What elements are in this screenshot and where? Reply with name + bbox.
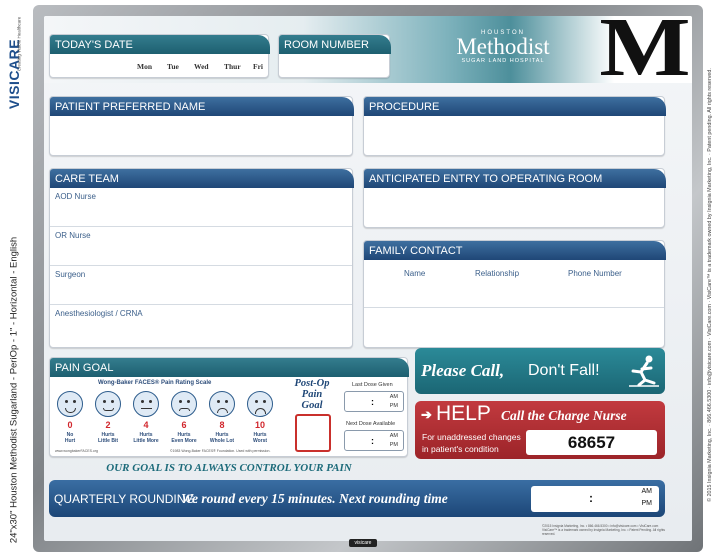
care-team-row-aod[interactable]: AOD Nurse: [50, 188, 352, 227]
help-word: HELP: [436, 402, 491, 425]
hospital-name: Methodist: [456, 34, 550, 59]
brand-tagline: Creating Visible Healthcare: [16, 16, 22, 72]
fc-col-name: Name: [404, 269, 426, 278]
care-team-row-anesthesiologist[interactable]: Anesthesiologist / CRNA: [50, 305, 352, 344]
last-dose-label: Last Dose Given: [352, 382, 393, 388]
day-tue[interactable]: Tue: [167, 62, 179, 71]
legal-text: © 2015 Insignia Marketing, Inc. · 866.46…: [707, 68, 713, 502]
next-rounding-time-field[interactable]: : AM PM: [531, 486, 659, 512]
patient-name-box[interactable]: PATIENT PREFERRED NAME: [49, 96, 354, 156]
help-sub1: For unaddressed changes: [422, 432, 521, 442]
anticipated-entry-box[interactable]: ANTICIPATED ENTRY TO OPERATING ROOM: [363, 168, 666, 228]
room-number-box[interactable]: ROOM NUMBER: [278, 34, 391, 78]
pain-goal-banner: OUR GOAL IS TO ALWAYS CONTROL YOUR PAIN: [106, 462, 352, 474]
quarterly-text: We round every 15 minutes. Next rounding…: [181, 491, 448, 506]
postop-pain-goal-label: Post-Op Pain Goal: [294, 378, 330, 411]
pain-goal-box: PAIN GOAL Wong-Baker FACES® Pain Rating …: [49, 357, 409, 457]
pain-num-4: 4: [143, 420, 149, 430]
day-fri[interactable]: Fri: [253, 62, 263, 71]
help-sub2: in patient's condition: [422, 444, 499, 454]
pain-num-2: 2: [105, 420, 111, 430]
care-label: Surgeon: [55, 270, 86, 279]
face-2-icon: [95, 391, 121, 417]
care-team-row-or[interactable]: OR Nurse: [50, 227, 352, 266]
visicare-badge: visicare: [349, 539, 377, 547]
pain-label-6: Hurts Even More: [171, 432, 197, 444]
care-team-box: CARE TEAM AOD Nurse OR Nurse Surgeon Ane…: [49, 168, 354, 348]
whiteboard-page: VISICARE Creating Visible Healthcare 24"…: [0, 0, 719, 555]
face-6-icon: [171, 391, 197, 417]
pain-num-10: 10: [254, 420, 265, 430]
face-8-icon: [209, 391, 235, 417]
help-arrow-icon: ➔: [421, 407, 432, 422]
face-10-icon: [247, 391, 273, 417]
please-call-banner: Please Call, Don't Fall!: [415, 348, 665, 394]
help-banner: ➔ HELP Call the Charge Nurse For unaddre…: [415, 401, 665, 459]
pain-label-10: Hurts Worst: [252, 432, 268, 444]
pain-num-0: 0: [67, 420, 73, 430]
board-frame: TODAY'S DATE Mon Tue Wed Thur Fri ROOM N…: [33, 5, 703, 552]
board: TODAY'S DATE Mon Tue Wed Thur Fri ROOM N…: [44, 16, 692, 541]
face-4-icon: [133, 391, 159, 417]
pain-label-0: No Hurt: [64, 432, 76, 444]
left-side-strip: VISICARE Creating Visible Healthcare 24"…: [0, 0, 28, 555]
anticipated-entry-header: ANTICIPATED ENTRY TO OPERATING ROOM: [364, 169, 666, 188]
todays-date-box[interactable]: TODAY'S DATE: [49, 34, 270, 78]
patient-name-header: PATIENT PREFERRED NAME: [50, 97, 354, 116]
pain-label-2: Hurts Little Bit: [98, 432, 118, 444]
pain-footnote-right: ©1983 Wong-Baker FACES® Foundation. Used…: [170, 449, 271, 453]
fc-col-phone: Phone Number: [568, 269, 622, 278]
procedure-box[interactable]: PROCEDURE: [363, 96, 666, 156]
procedure-header: PROCEDURE: [364, 97, 666, 116]
pain-scale-title: Wong-Baker FACES® Pain Rating Scale: [98, 380, 212, 386]
face-0-icon: [57, 391, 83, 417]
visicare-logo: VISICARE: [3, 28, 25, 120]
day-wed[interactable]: Wed: [194, 62, 209, 71]
postop-pain-goal-box[interactable]: [295, 414, 331, 452]
day-mon[interactable]: Mon: [137, 62, 152, 71]
please-call-rest: Don't Fall!: [528, 362, 600, 379]
room-number-header: ROOM NUMBER: [279, 35, 391, 54]
family-contact-box[interactable]: FAMILY CONTACT Name Relationship Phone N…: [363, 240, 666, 348]
pain-footnote-left: www.wongbakerFACES.org: [55, 449, 98, 453]
pain-goal-header: PAIN GOAL: [50, 358, 409, 377]
quarterly-rounding-bar: QUARTERLY ROUNDING. We round every 15 mi…: [49, 480, 665, 517]
help-call-charge-nurse: Call the Charge Nurse: [501, 408, 627, 423]
product-spec: 24"x30" Houston Methodist Sugarland - Pe…: [8, 236, 20, 544]
fc-col-relationship: Relationship: [475, 269, 520, 278]
care-label: AOD Nurse: [55, 192, 96, 201]
next-dose-time-field[interactable]: : AM PM: [344, 430, 404, 451]
footer-legal: ©2015 Insignia Marketing, Inc. • 866.466…: [542, 524, 665, 536]
family-contact-header: FAMILY CONTACT: [364, 241, 666, 260]
pain-label-8: Hurts Whole Lot: [209, 432, 235, 444]
please-call-bold: Please Call,: [421, 361, 505, 380]
right-side-strip: © 2015 Insignia Marketing, Inc. · 866.46…: [701, 0, 719, 555]
pain-num-8: 8: [219, 420, 225, 430]
houston-methodist-logo: HOUSTON Methodist SUGAR LAND HOSPITAL: [442, 30, 564, 76]
care-team-row-surgeon[interactable]: Surgeon: [50, 266, 352, 305]
last-dose-time-field[interactable]: : AM PM: [344, 391, 404, 412]
methodist-m-logo: M: [599, 16, 691, 94]
care-team-header: CARE TEAM: [50, 169, 354, 188]
care-label: Anesthesiologist / CRNA: [55, 309, 143, 318]
todays-date-header: TODAY'S DATE: [50, 35, 270, 54]
pain-num-6: 6: [181, 420, 187, 430]
quarterly-label: QUARTERLY ROUNDING.: [54, 492, 199, 506]
charge-nurse-number[interactable]: 68657: [526, 430, 657, 455]
day-thur[interactable]: Thur: [224, 62, 241, 71]
fc-divider: [364, 307, 664, 308]
care-label: OR Nurse: [55, 231, 91, 240]
pain-label-4: Hurts Little More: [133, 432, 159, 444]
next-dose-label: Next Dose Available: [346, 421, 396, 427]
falling-person-icon: [629, 355, 659, 387]
